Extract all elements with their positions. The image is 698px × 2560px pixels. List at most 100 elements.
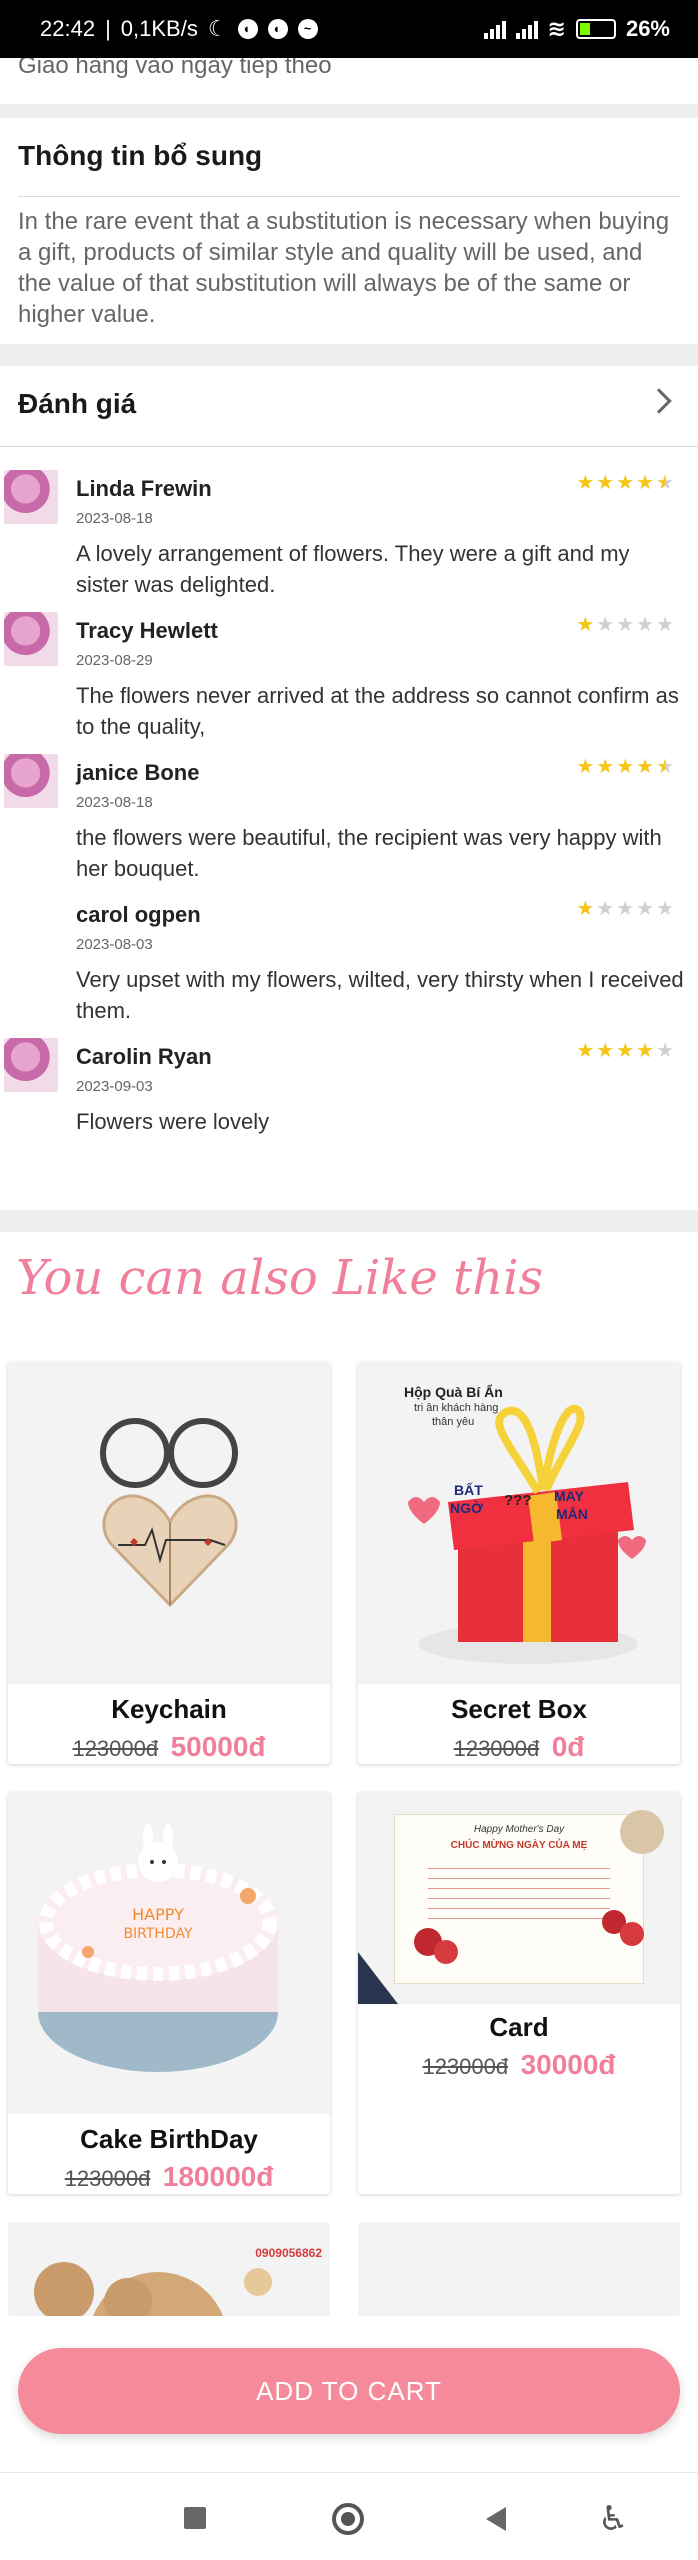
product-card-partial[interactable]: 0909056862	[8, 2222, 330, 2316]
old-price: 123000đ	[422, 2054, 509, 2079]
chevron-right-icon[interactable]	[646, 388, 672, 414]
divider	[18, 196, 680, 197]
star-icon: ★	[656, 472, 674, 494]
star-icon: ★	[596, 614, 615, 636]
teddy-bear-image: 0909056862	[8, 2222, 330, 2316]
review-text: Flowers were lovely	[76, 1109, 270, 1134]
reviewer-name: carol ogpen	[76, 902, 201, 927]
review-item: Linda Frewin 2023-08-18 A lovely arrangeme…	[0, 470, 698, 600]
review-text: the flowers were beautiful, the recipien…	[76, 825, 662, 881]
star-icon: ★	[576, 472, 595, 494]
product-price: 123000đ 50000đ	[8, 1731, 330, 1763]
star-icon: ★	[616, 898, 635, 920]
star-icon: ★	[656, 756, 674, 778]
secret-box-image: Hộp Quà Bí Ẩn tri ân khách hàng thân yêu…	[358, 1362, 680, 1684]
wifi-icon: ≋	[547, 16, 566, 41]
flower-icon	[358, 1810, 664, 2004]
star-icon: ★	[576, 898, 595, 920]
sale-price: 180000đ	[162, 2161, 274, 2192]
system-nav-bar: ♿	[0, 2472, 698, 2560]
recommend-title: You can also Like this	[16, 1250, 544, 1306]
product-name[interactable]: Card	[358, 2012, 680, 2043]
sale-price: 50000đ	[170, 1731, 266, 1762]
old-price: 123000đ	[453, 1736, 540, 1761]
section-separator	[0, 344, 698, 366]
divider	[0, 446, 698, 447]
teddy-bear-icon	[34, 2262, 272, 2316]
back-icon[interactable]	[486, 2507, 506, 2531]
product-name[interactable]: Cake BirthDay	[8, 2124, 330, 2155]
product-price: 123000đ 180000đ	[8, 2161, 330, 2193]
product-card-card[interactable]: Happy Mother's Day CHÚC MỪNG NGÀY CỦA MẸ…	[358, 1792, 680, 2194]
old-price: 123000đ	[64, 2166, 151, 2191]
product-card-keychain[interactable]: Keychain 123000đ 50000đ	[8, 1362, 330, 1764]
product-price: 123000đ 0đ	[358, 1731, 680, 1763]
add-to-cart-button[interactable]: ADD TO CART	[18, 2348, 680, 2434]
accessibility-icon[interactable]: ♿	[598, 2499, 628, 2539]
product-card-cake[interactable]: HAPPY BIRTHDAY Cake BirthDay 123000đ 180…	[8, 1792, 330, 2194]
cake-icon: HAPPY BIRTHDAY	[28, 1824, 318, 2092]
star-icon: ★	[616, 1040, 635, 1062]
star-icon: ★	[596, 898, 615, 920]
product-card-secret-box[interactable]: Hộp Quà Bí Ẩn tri ân khách hàng thân yêu…	[358, 1362, 680, 1764]
messenger-icon: ~	[297, 19, 318, 39]
old-price: 123000đ	[72, 1736, 159, 1761]
star-icon: ★	[656, 614, 674, 636]
review-item: janice Bone 2023-08-18 the flowers were be…	[0, 754, 698, 884]
star-rating: ★ ★ ★ ★ ★	[576, 470, 674, 495]
status-time: 22:42	[40, 16, 96, 41]
reviewer-name: Tracy Hewlett	[76, 618, 218, 643]
section-separator	[0, 104, 698, 118]
star-icon: ★	[576, 756, 595, 778]
avatar	[4, 1038, 58, 1092]
product-card-partial[interactable]	[358, 2222, 680, 2316]
reviews-title[interactable]: Đánh giá	[18, 388, 136, 420]
reviewer-name: Carolin Ryan	[76, 1044, 212, 1069]
app-notification-icon: ◐	[237, 19, 258, 39]
star-icon: ★	[616, 614, 635, 636]
extra-info-title: Thông tin bổ sung	[18, 140, 263, 171]
svg-text:HAPPY: HAPPY	[132, 1905, 184, 1924]
keychain-image	[8, 1362, 330, 1684]
product-name[interactable]: Secret Box	[358, 1694, 680, 1725]
review-item: Carolin Ryan 2023-09-03 Flowers were lovel…	[0, 1038, 698, 1168]
review-item: carol ogpen 2023-08-03 Very upset with my …	[0, 896, 698, 1026]
avatar	[4, 470, 58, 524]
greeting-card-image: Happy Mother's Day CHÚC MỪNG NGÀY CỦA MẸ	[358, 1792, 680, 2004]
star-icon: ★	[596, 756, 615, 778]
star-icon: ★	[636, 614, 655, 636]
section-separator	[0, 1210, 698, 1232]
star-rating: ★ ★ ★ ★ ★	[576, 754, 674, 779]
avatar	[4, 612, 58, 666]
status-bar: 22:42 | 0,1KB/s ☾ ◐ ◐ ~ ≋ 26%	[0, 0, 698, 58]
review-date: 2023-08-18	[76, 510, 153, 527]
signal-icon	[515, 19, 538, 39]
extra-info-text: In the rare event that a substitution is…	[18, 208, 670, 328]
review-date: 2023-08-18	[76, 794, 153, 811]
star-icon: ★	[616, 756, 635, 778]
recent-apps-icon[interactable]	[184, 2507, 206, 2529]
star-icon: ★	[656, 898, 674, 920]
reviewer-name: janice Bone	[76, 760, 200, 785]
review-item: Tracy Hewlett 2023-08-29 The flowers never…	[0, 612, 698, 742]
star-rating: ★ ★ ★ ★ ★	[576, 1038, 674, 1063]
star-icon: ★	[636, 898, 655, 920]
star-icon: ★	[616, 472, 635, 494]
star-icon: ★	[596, 1040, 615, 1062]
home-icon[interactable]	[332, 2503, 364, 2535]
battery-percent: 26%	[625, 16, 670, 41]
review-date: 2023-08-03	[76, 936, 153, 953]
status-speed: 0,1KB/s	[120, 16, 198, 41]
star-icon: ★	[636, 1040, 655, 1062]
star-icon: ★	[636, 472, 655, 494]
star-icon: ★	[596, 472, 615, 494]
review-date: 2023-09-03	[76, 1078, 153, 1095]
star-icon: ★	[636, 756, 655, 778]
star-icon: ★	[656, 1040, 674, 1062]
product-price: 123000đ 30000đ	[358, 2049, 680, 2081]
app-notification-icon: ◐	[267, 19, 288, 39]
sale-price: 0đ	[551, 1731, 585, 1762]
star-icon: ★	[576, 614, 595, 636]
product-name[interactable]: Keychain	[8, 1694, 330, 1725]
heart-keychain-icon	[102, 1494, 238, 1608]
